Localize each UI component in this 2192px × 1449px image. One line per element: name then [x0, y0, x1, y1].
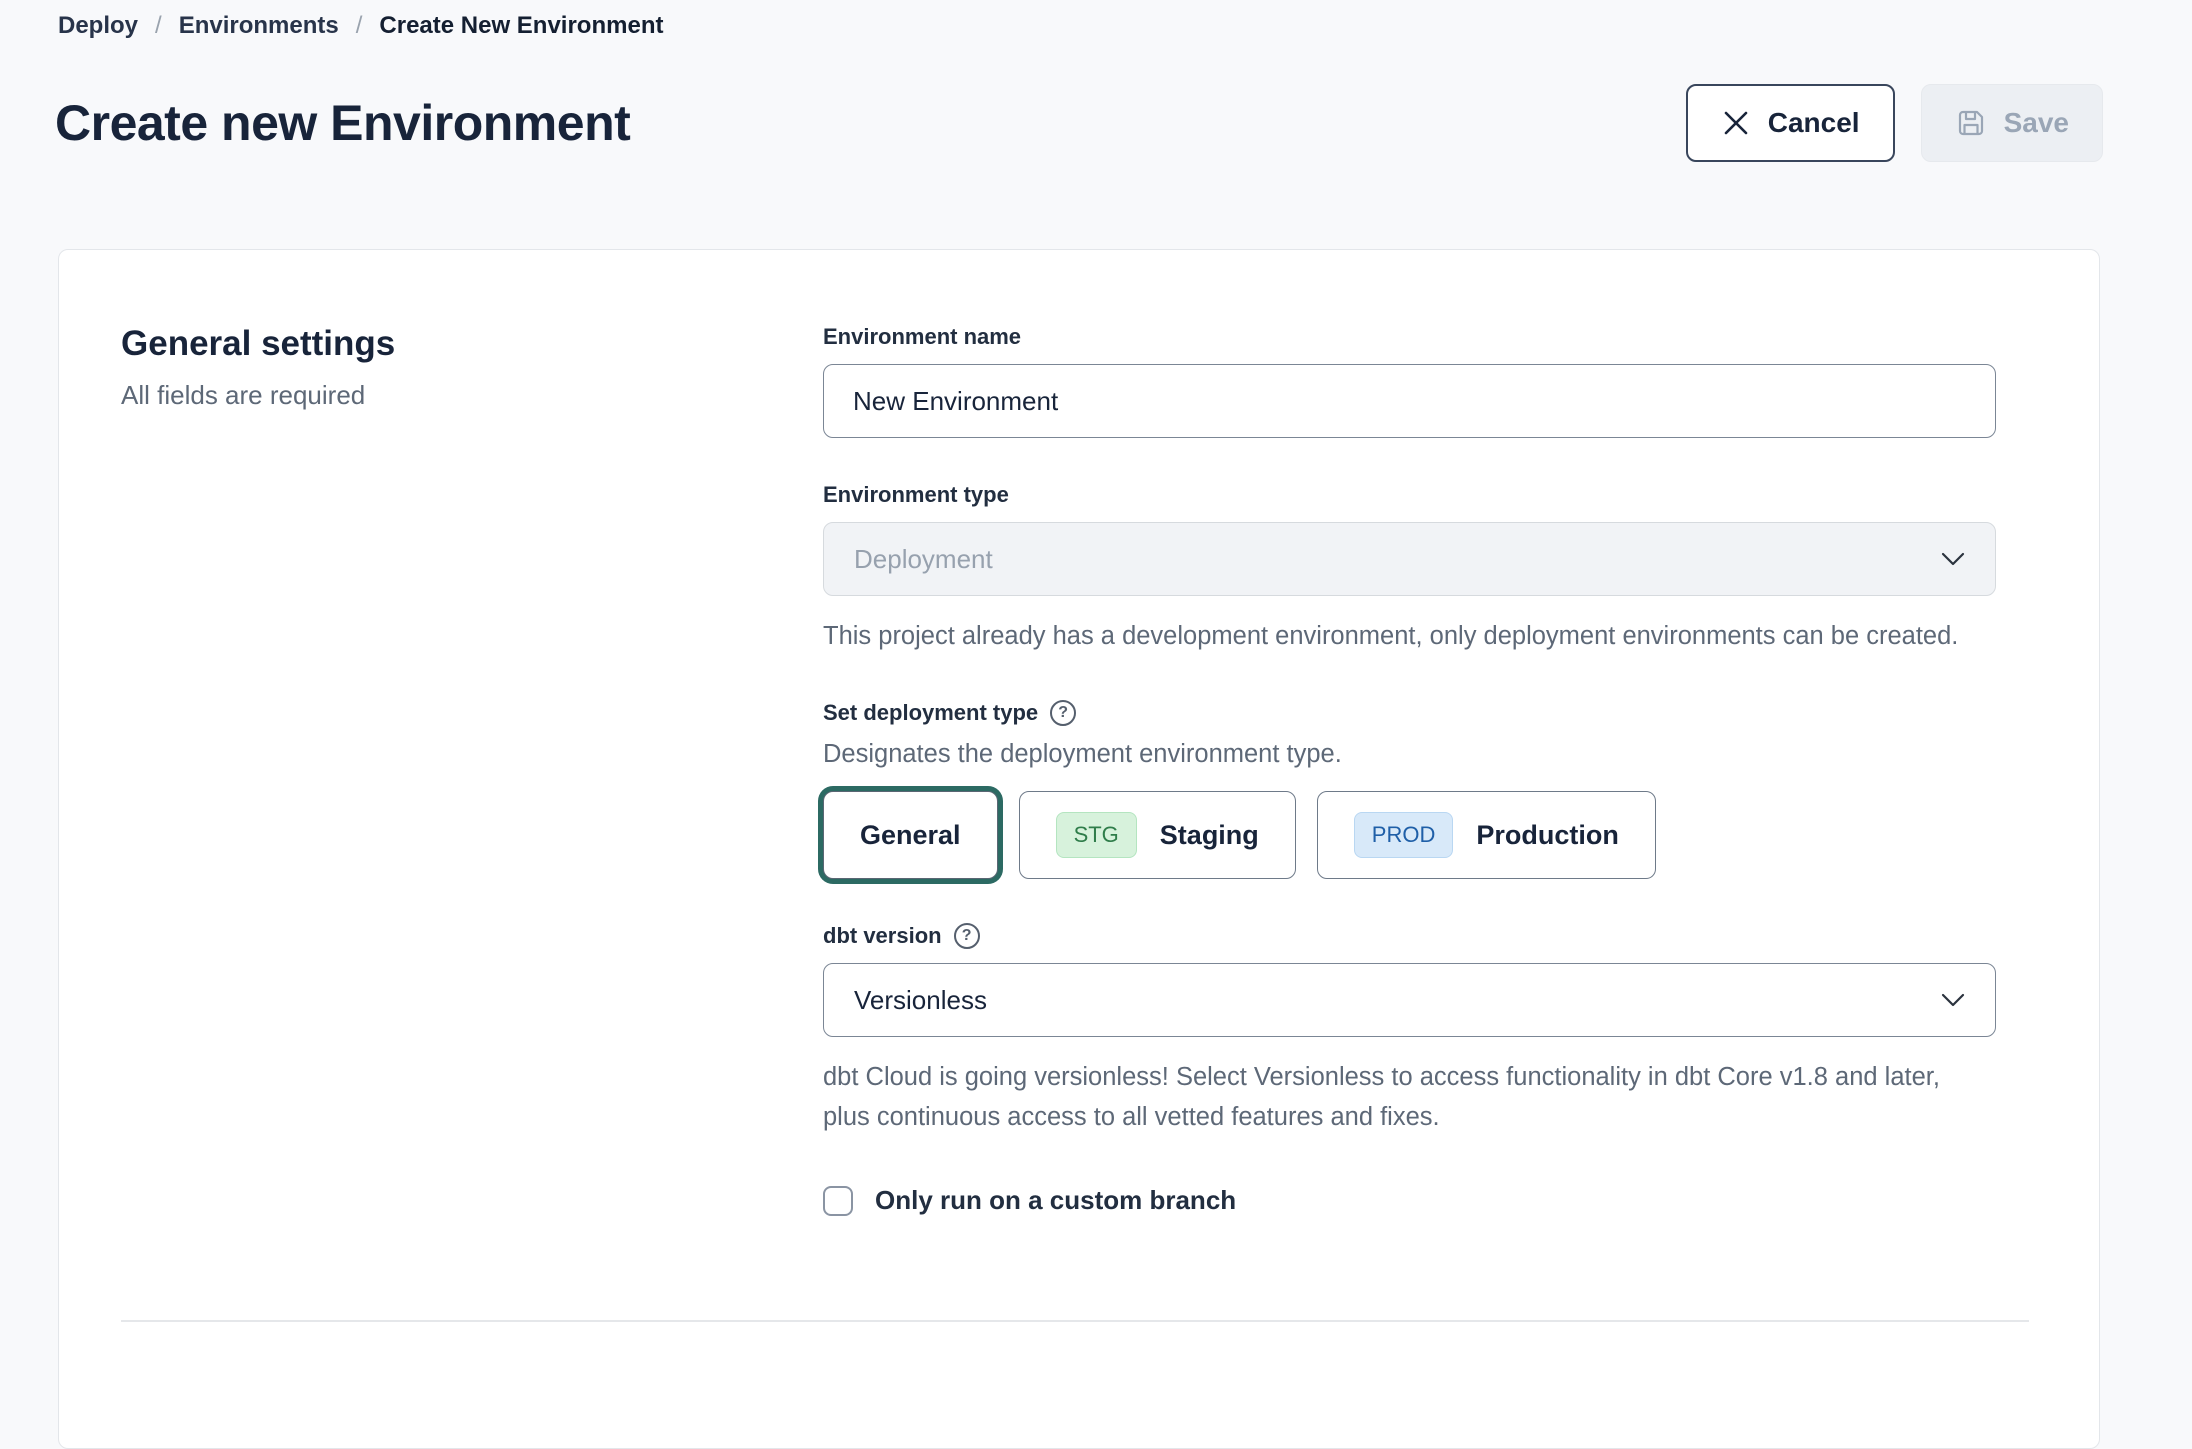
deployment-type-description: Designates the deployment environment ty… — [823, 740, 1996, 769]
deployment-type-production-button[interactable]: PROD Production — [1317, 791, 1656, 879]
help-question-icon[interactable]: ? — [1050, 700, 1076, 726]
deployment-type-label-row: Set deployment type ? — [823, 700, 1996, 726]
dbt-version-help: dbt Cloud is going versionless! Select V… — [823, 1057, 1988, 1137]
breadcrumb-deploy[interactable]: Deploy — [58, 12, 138, 40]
close-icon — [1721, 108, 1751, 138]
deployment-type-field: Set deployment type ? Designates the dep… — [823, 700, 1996, 879]
section-title: General settings — [121, 324, 823, 364]
cancel-button[interactable]: Cancel — [1686, 84, 1895, 162]
deployment-type-label: Set deployment type — [823, 700, 1038, 726]
header-actions: Cancel Save — [1686, 84, 2103, 162]
dbt-version-label: dbt version — [823, 923, 942, 949]
dbt-version-select[interactable]: Versionless — [823, 963, 1996, 1037]
environment-form: Environment name Environment type Deploy… — [823, 324, 1996, 1448]
environment-type-label: Environment type — [823, 482, 1996, 508]
breadcrumb-separator: / — [356, 12, 363, 40]
dbt-version-label-row: dbt version ? — [823, 923, 1996, 949]
environment-type-select: Deployment — [823, 522, 1996, 596]
deployment-type-general-label: General — [860, 820, 961, 851]
save-button-label: Save — [2004, 107, 2069, 139]
environment-type-field: Environment type Deployment This project… — [823, 482, 1996, 656]
environment-name-field: Environment name — [823, 324, 1996, 438]
prod-badge: PROD — [1354, 812, 1454, 858]
dbt-version-field: dbt version ? Versionless dbt Cloud is g… — [823, 923, 1996, 1137]
section-divider — [121, 1320, 2029, 1322]
section-intro: General settings All fields are required — [121, 324, 823, 1448]
section-subtitle: All fields are required — [121, 380, 823, 411]
custom-branch-label[interactable]: Only run on a custom branch — [875, 1185, 1236, 1216]
save-button[interactable]: Save — [1921, 84, 2103, 162]
chevron-down-icon — [1941, 552, 1965, 567]
breadcrumb-create-new-environment: Create New Environment — [379, 12, 663, 40]
environment-type-help: This project already has a development e… — [823, 616, 1988, 656]
deployment-type-staging-button[interactable]: STG Staging — [1019, 791, 1296, 879]
save-floppy-icon — [1955, 107, 1987, 139]
deployment-type-staging-label: Staging — [1160, 820, 1259, 851]
deployment-type-general-button[interactable]: General — [823, 791, 998, 879]
cancel-button-label: Cancel — [1768, 107, 1860, 139]
custom-branch-checkbox[interactable] — [823, 1186, 853, 1216]
breadcrumb-environments[interactable]: Environments — [179, 12, 339, 40]
help-question-icon[interactable]: ? — [954, 923, 980, 949]
dbt-version-value: Versionless — [854, 985, 987, 1016]
stg-badge: STG — [1056, 812, 1137, 858]
environment-name-input[interactable] — [823, 364, 1996, 438]
custom-branch-row: Only run on a custom branch — [823, 1185, 1996, 1216]
page-header: Create new Environment Cancel Save — [55, 60, 2103, 185]
breadcrumb-separator: / — [155, 12, 162, 40]
deployment-type-options: General STG Staging PROD Production — [823, 791, 1996, 879]
page-title: Create new Environment — [55, 94, 630, 152]
general-settings-card: General settings All fields are required… — [58, 249, 2100, 1449]
chevron-down-icon — [1941, 993, 1965, 1008]
environment-name-label: Environment name — [823, 324, 1996, 350]
deployment-type-production-label: Production — [1476, 820, 1619, 851]
environment-type-value: Deployment — [854, 544, 993, 575]
breadcrumb: Deploy / Environments / Create New Envir… — [0, 0, 2192, 40]
